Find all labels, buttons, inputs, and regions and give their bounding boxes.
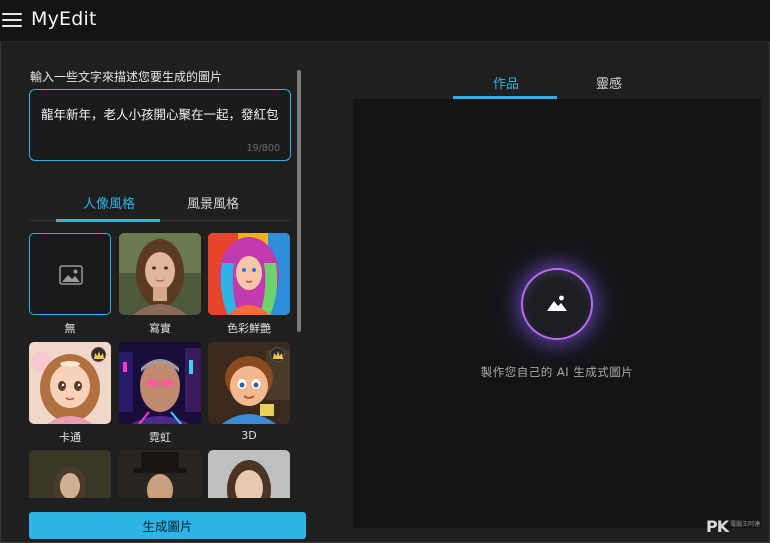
left-panel-scrollbar[interactable] xyxy=(297,70,301,332)
prompt-text[interactable]: 龍年新年，老人小孩開心聚在一起，發紅包 xyxy=(41,104,286,123)
style-label: 卡通 xyxy=(59,431,81,444)
style-thumb-realistic xyxy=(119,233,201,315)
style-thumb-painting xyxy=(29,450,111,498)
style-label: 無 xyxy=(64,322,76,335)
glow-orb xyxy=(523,270,591,338)
active-tab-indicator xyxy=(56,219,160,222)
style-card-colorful[interactable]: 色彩鮮艷 xyxy=(208,233,290,336)
photo-portrait-image xyxy=(208,450,290,498)
style-tabs: 人像風格 風景風格 xyxy=(29,188,291,222)
preview-area: 製作您自己的 AI 生成式圖片 xyxy=(353,99,761,528)
style-thumb-steampunk xyxy=(119,450,201,498)
crown-icon xyxy=(270,347,285,362)
style-thumb-photo xyxy=(208,450,290,498)
crown-icon xyxy=(91,347,106,362)
tab-landscape-style[interactable]: 風景風格 xyxy=(187,193,239,212)
style-thumb-3d xyxy=(208,342,290,424)
neon-portrait-image xyxy=(119,342,201,424)
character-counter: 19/800 xyxy=(246,143,280,154)
style-card-neon[interactable]: 霓虹 xyxy=(119,342,201,445)
image-placeholder-icon xyxy=(59,265,83,285)
style-card-3d[interactable]: 3D xyxy=(208,342,290,442)
tab-portrait-style[interactable]: 人像風格 xyxy=(83,193,135,212)
style-label: 3D xyxy=(241,429,257,442)
style-label: 色彩鮮艷 xyxy=(227,322,271,335)
realistic-portrait-image xyxy=(119,233,201,315)
mountain-image-icon xyxy=(547,295,567,311)
style-card-row3-3[interactable] xyxy=(208,450,290,498)
style-card-cartoon[interactable]: 卡通 xyxy=(29,342,111,445)
colorful-portrait-image xyxy=(208,233,290,315)
result-tabs: 作品 靈感 xyxy=(353,62,761,99)
top-bar: MyEdit xyxy=(0,0,770,42)
watermark-subtext: 電腦王阿達 xyxy=(730,521,761,528)
style-thumb-cartoon xyxy=(29,342,111,424)
style-card-realistic[interactable]: 寫實 xyxy=(119,233,201,336)
style-label: 寫實 xyxy=(149,322,171,335)
generate-image-button[interactable]: 生成圖片 xyxy=(29,512,306,539)
style-card-row3-1[interactable] xyxy=(29,450,111,498)
pk-watermark-logo: PK 電腦王阿達 xyxy=(706,517,760,536)
style-thumb-colorful xyxy=(208,233,290,315)
tab-works[interactable]: 作品 xyxy=(493,73,519,92)
style-card-none[interactable]: 無 xyxy=(29,233,111,336)
prompt-input[interactable]: 龍年新年，老人小孩開心聚在一起，發紅包 19/800 xyxy=(29,89,291,161)
painting-portrait-image xyxy=(29,450,111,498)
tab-inspiration[interactable]: 靈感 xyxy=(596,73,622,92)
hamburger-menu-icon[interactable] xyxy=(2,12,22,28)
prompt-label: 輸入一些文字來描述您要生成的圖片 xyxy=(30,70,223,84)
preview-caption: 製作您自己的 AI 生成式圖片 xyxy=(480,365,634,379)
app-title: MyEdit xyxy=(31,8,97,30)
style-thumb-neon xyxy=(119,342,201,424)
style-card-row3-2[interactable] xyxy=(119,450,201,498)
style-thumb-none xyxy=(29,233,111,315)
steampunk-portrait-image xyxy=(119,450,201,498)
watermark-brand: PK xyxy=(706,517,729,536)
style-label: 霓虹 xyxy=(149,431,171,444)
